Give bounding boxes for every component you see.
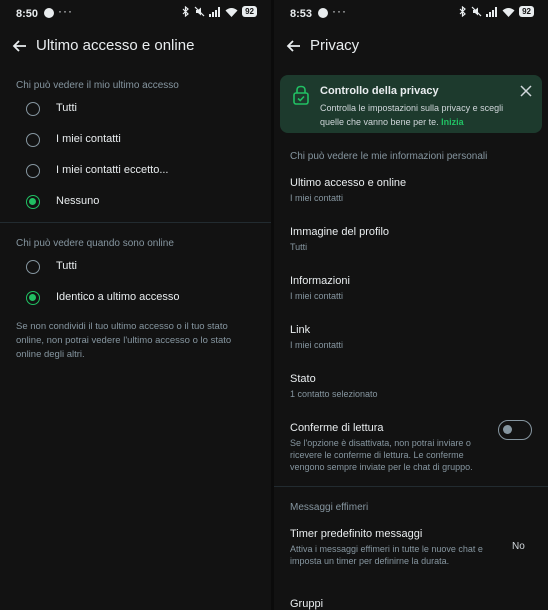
last-seen-info-note: Se non condividi il tuo ultimo accesso o… bbox=[16, 321, 232, 360]
item-title: Immagine del profilo bbox=[290, 226, 390, 238]
status-time: 8:50 bbox=[16, 8, 39, 20]
privacy-item-read-receipts[interactable]: Conferme di lettura Se l'opzione è disat… bbox=[290, 422, 532, 473]
banner-title: Controllo della privacy bbox=[320, 85, 439, 97]
battery-indicator: 92 bbox=[519, 6, 534, 17]
more-notifications-icon: ··· bbox=[332, 4, 347, 18]
privacy-item-groups[interactable]: Gruppi bbox=[290, 598, 532, 610]
banner-text: Controlla le impostazioni sulla privacy … bbox=[320, 101, 526, 129]
signal-icon bbox=[209, 6, 221, 17]
status-icons: 92 bbox=[182, 6, 257, 17]
mute-icon bbox=[194, 6, 205, 17]
banner-description: Controlla le impostazioni sulla privacy … bbox=[320, 103, 504, 127]
item-title: Ultimo accesso e online bbox=[290, 177, 407, 189]
item-title: Stato bbox=[290, 373, 316, 385]
item-subtitle: I miei contatti bbox=[290, 291, 344, 301]
online-option-same-as-last-seen[interactable]: Identico a ultimo accesso bbox=[0, 283, 271, 313]
close-icon[interactable] bbox=[520, 85, 532, 97]
back-arrow-icon[interactable] bbox=[10, 36, 30, 56]
lock-check-icon bbox=[293, 85, 309, 105]
privacy-item-last-seen[interactable]: Ultimo accesso e online I miei contatti bbox=[290, 177, 532, 204]
radio-button[interactable] bbox=[26, 133, 40, 147]
page-title: Ultimo accesso e online bbox=[36, 37, 195, 54]
app-bar: Ultimo accesso e online bbox=[0, 28, 271, 64]
item-title: Timer predefinito messaggi bbox=[290, 528, 423, 540]
battery-indicator: 92 bbox=[242, 6, 257, 17]
ephemeral-section-label: Messaggi effimeri bbox=[290, 502, 369, 513]
read-receipts-toggle[interactable] bbox=[498, 420, 532, 440]
privacy-screen: 8:53 ··· 92 Privacy Controllo della priv… bbox=[274, 0, 548, 610]
radio-button[interactable] bbox=[26, 260, 40, 274]
item-title: Conferme di lettura bbox=[290, 422, 384, 434]
last-seen-option-contacts-except[interactable]: I miei contatti eccetto... bbox=[0, 156, 271, 186]
back-arrow-icon[interactable] bbox=[284, 36, 304, 56]
last-seen-screen: 8:50 ··· 92 Ultimo accesso e online Chi … bbox=[0, 0, 271, 610]
radio-button-selected[interactable] bbox=[26, 291, 40, 305]
item-title: Link bbox=[290, 324, 311, 336]
last-seen-option-my-contacts[interactable]: I miei contatti bbox=[0, 125, 271, 155]
bluetooth-icon bbox=[182, 6, 189, 17]
item-title: Informazioni bbox=[290, 275, 350, 287]
radio-button[interactable] bbox=[26, 164, 40, 178]
privacy-item-status[interactable]: Stato 1 contatto selezionato bbox=[290, 373, 532, 400]
item-title: Gruppi bbox=[290, 598, 324, 610]
item-subtitle: I miei contatti bbox=[290, 340, 344, 350]
privacy-item-profile-photo[interactable]: Immagine del profilo Tutti bbox=[290, 226, 532, 253]
section-divider bbox=[0, 222, 271, 223]
wifi-icon bbox=[502, 7, 515, 17]
privacy-item-links[interactable]: Link I miei contatti bbox=[290, 324, 532, 351]
item-subtitle: Se l'opzione è disattivata, non potrai i… bbox=[290, 438, 473, 472]
option-label: Tutti bbox=[56, 102, 77, 114]
status-bar: 8:53 ··· 92 bbox=[274, 0, 548, 28]
privacy-item-default-timer[interactable]: Timer predefinito messaggi Attiva i mess… bbox=[290, 528, 532, 567]
option-label: I miei contatti bbox=[56, 133, 121, 145]
section-divider bbox=[274, 486, 548, 487]
privacy-item-about[interactable]: Informazioni I miei contatti bbox=[290, 275, 532, 302]
signal-icon bbox=[486, 6, 498, 17]
telegram-icon bbox=[318, 8, 328, 18]
bluetooth-icon bbox=[459, 6, 466, 17]
personal-info-section-label: Chi può vedere le mie informazioni perso… bbox=[290, 151, 488, 162]
privacy-checkup-banner[interactable]: Controllo della privacy Controlla le imp… bbox=[280, 75, 542, 133]
wifi-icon bbox=[225, 7, 238, 17]
radio-button-selected[interactable] bbox=[26, 195, 40, 209]
item-subtitle: I miei contatti bbox=[290, 193, 344, 203]
option-label: Identico a ultimo accesso bbox=[56, 291, 180, 303]
more-notifications-icon: ··· bbox=[58, 4, 73, 18]
banner-start-link[interactable]: Inizia bbox=[441, 117, 464, 127]
item-subtitle: Tutti bbox=[290, 242, 308, 252]
telegram-icon bbox=[44, 8, 54, 18]
page-title: Privacy bbox=[310, 37, 360, 54]
status-bar: 8:50 ··· 92 bbox=[0, 0, 271, 28]
online-option-everyone[interactable]: Tutti bbox=[0, 252, 271, 282]
status-time: 8:53 bbox=[290, 8, 313, 20]
online-section-label: Chi può vedere quando sono online bbox=[16, 238, 174, 249]
option-label: I miei contatti eccetto... bbox=[56, 164, 169, 176]
last-seen-option-everyone[interactable]: Tutti bbox=[0, 94, 271, 124]
timer-value: No bbox=[512, 541, 525, 552]
last-seen-section-label: Chi può vedere il mio ultimo accesso bbox=[16, 80, 179, 91]
item-subtitle: Attiva i messaggi effimeri in tutte le n… bbox=[290, 544, 483, 566]
radio-button[interactable] bbox=[26, 102, 40, 116]
app-bar: Privacy bbox=[274, 28, 548, 64]
mute-icon bbox=[471, 6, 482, 17]
option-label: Tutti bbox=[56, 260, 77, 272]
option-label: Nessuno bbox=[56, 195, 100, 207]
item-subtitle: 1 contatto selezionato bbox=[290, 389, 378, 399]
last-seen-option-nobody[interactable]: Nessuno bbox=[0, 187, 271, 217]
status-icons: 92 bbox=[459, 6, 534, 17]
